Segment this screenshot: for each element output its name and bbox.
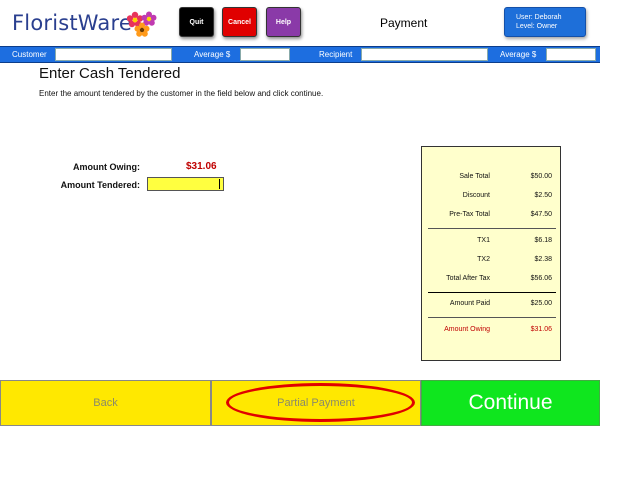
help-button[interactable]: Help <box>266 7 301 37</box>
amount-owing-value: $31.06 <box>186 161 217 172</box>
section-title: Enter Cash Tendered <box>39 65 181 82</box>
user-info-button[interactable]: User: Deborah Level: Owner <box>504 7 586 37</box>
summary-row-amount-paid: Amount Paid $25.00 <box>422 300 562 312</box>
quit-button[interactable]: Quit <box>179 7 214 37</box>
summary-row-pretax-total: Pre-Tax Total $47.50 <box>422 211 562 223</box>
continue-button[interactable]: Continue <box>421 380 600 426</box>
summary-row-amount-owing: Amount Owing $31.06 <box>422 326 562 338</box>
floristware-logo: FloristWare <box>12 6 132 40</box>
summary-divider <box>428 317 556 318</box>
customer-label: Customer <box>12 50 47 59</box>
summary-row-total-after-tax: Total After Tax $56.06 <box>422 275 562 287</box>
summary-value: $2.38 <box>534 256 552 263</box>
payment-screen: FloristWare Quit Cancel Help Payment Use… <box>0 0 620 478</box>
summary-value: $47.50 <box>530 211 552 218</box>
partial-payment-button[interactable]: Partial Payment <box>211 380 421 426</box>
amount-tendered-input[interactable] <box>147 177 224 191</box>
amount-tendered-label: Amount Tendered: <box>60 180 140 190</box>
summary-row-discount: Discount $2.50 <box>422 192 562 204</box>
text-caret <box>219 179 220 189</box>
average-label-2: Average $ <box>500 50 537 59</box>
logo-text: FloristWare <box>12 11 132 35</box>
flowers-icon <box>127 11 157 37</box>
average-field-2[interactable] <box>546 48 596 61</box>
summary-label: TX1 <box>477 237 490 244</box>
back-button[interactable]: Back <box>0 380 211 426</box>
average-field-1[interactable] <box>240 48 290 61</box>
customer-info-bar: Customer Average $ Recipient Average $ <box>0 46 600 63</box>
amount-owing-label: Amount Owing: <box>73 162 140 172</box>
recipient-label: Recipient <box>319 50 353 59</box>
summary-row-sale-total: Sale Total $50.00 <box>422 173 562 185</box>
summary-row-tx2: TX2 $2.38 <box>422 256 562 268</box>
average-label-1: Average $ <box>194 50 231 59</box>
summary-label: TX2 <box>477 256 490 263</box>
recipient-field[interactable] <box>361 48 488 61</box>
summary-value: $31.06 <box>530 326 552 333</box>
summary-label: Discount <box>462 192 490 199</box>
summary-label: Pre-Tax Total <box>449 211 490 218</box>
instruction-text: Enter the amount tendered by the custome… <box>39 89 324 98</box>
summary-label: Total After Tax <box>446 275 490 282</box>
summary-label: Sale Total <box>459 173 490 180</box>
summary-value: $56.06 <box>530 275 552 282</box>
summary-value: $25.00 <box>530 300 552 307</box>
payment-summary-panel: Sale Total $50.00 Discount $2.50 Pre-Tax… <box>421 146 561 361</box>
cancel-button[interactable]: Cancel <box>222 7 257 37</box>
summary-label: Amount Paid <box>449 300 490 307</box>
summary-row-tx1: TX1 $6.18 <box>422 237 562 249</box>
user-name: User: Deborah <box>516 14 562 21</box>
user-level: Level: Owner <box>516 23 558 30</box>
page-title: Payment <box>380 16 428 30</box>
summary-label: Amount Owing <box>444 326 490 333</box>
summary-value: $6.18 <box>534 237 552 244</box>
summary-value: $2.50 <box>534 192 552 199</box>
customer-field[interactable] <box>55 48 172 61</box>
summary-value: $50.00 <box>530 173 552 180</box>
summary-divider <box>428 228 556 229</box>
summary-divider <box>428 292 556 293</box>
